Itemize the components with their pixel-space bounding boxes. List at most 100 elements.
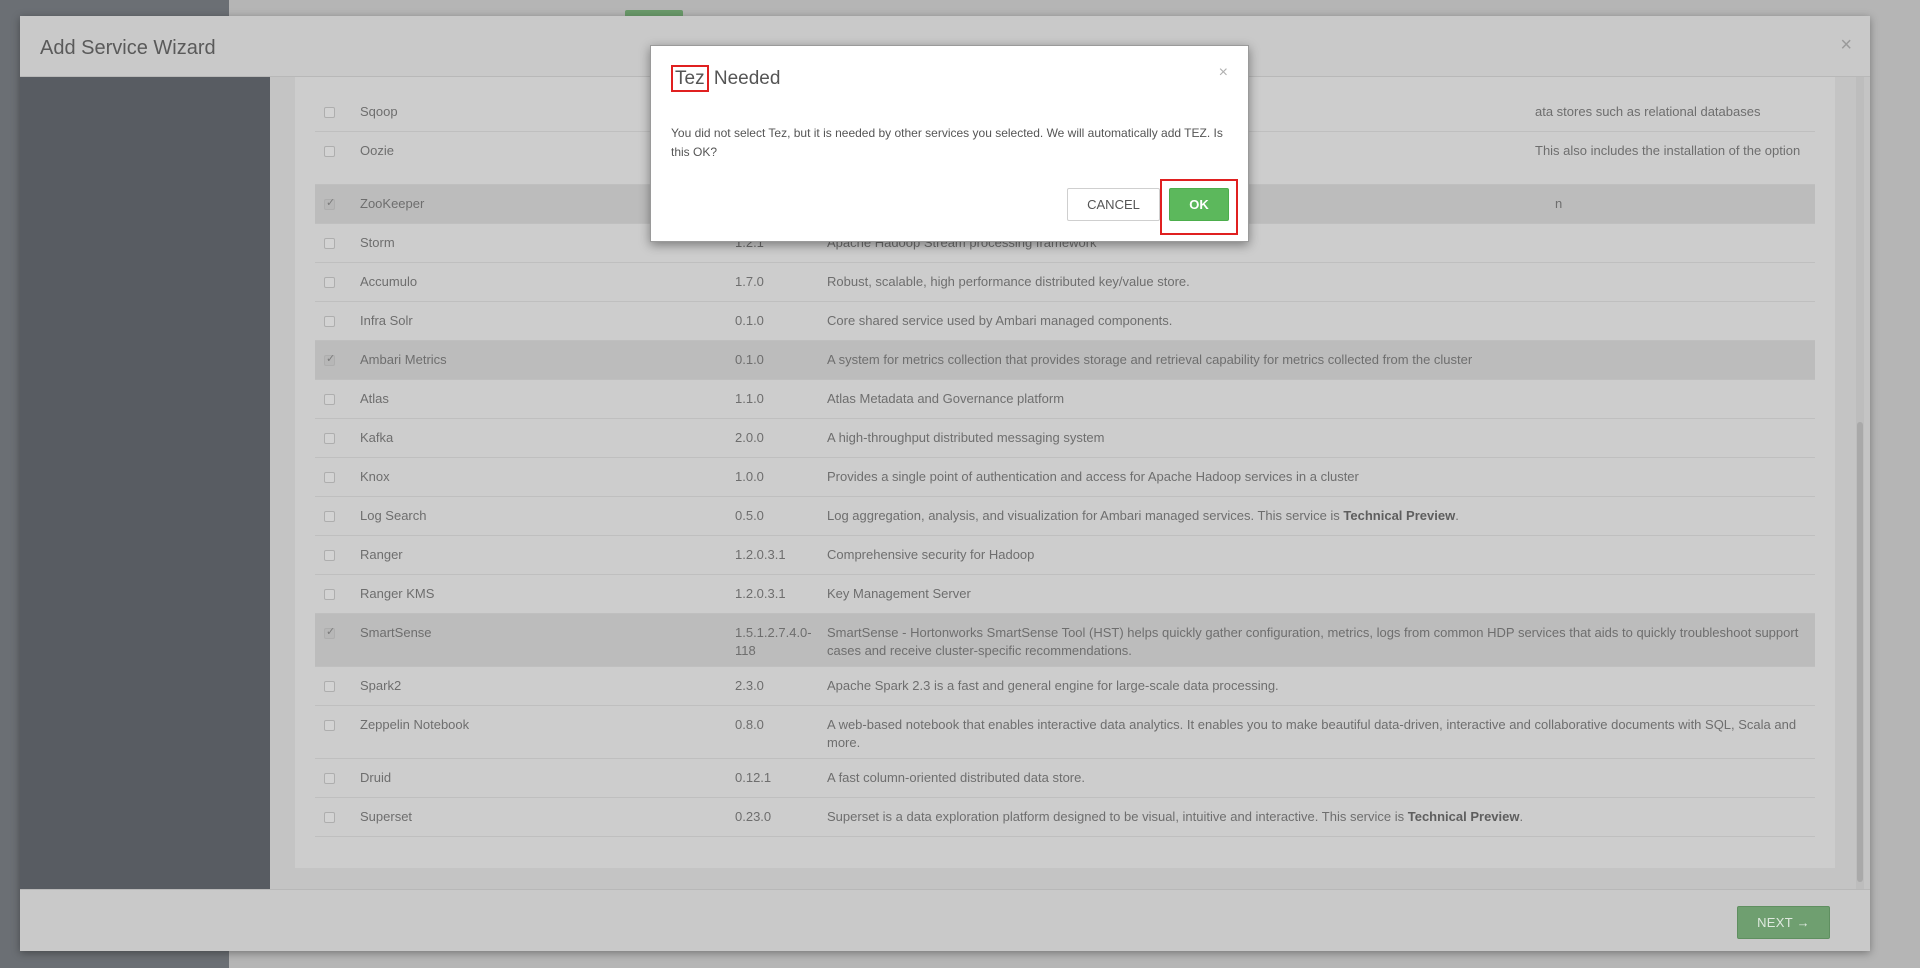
service-description: n <box>1555 196 1563 211</box>
service-name: Zeppelin Notebook <box>360 717 470 732</box>
service-row[interactable]: Kafka 2.0.0 A high-throughput distributed … <box>315 419 1815 458</box>
next-button[interactable]: NEXT → <box>1737 906 1830 939</box>
service-name: Infra Solr <box>360 313 413 328</box>
service-description: Key Management Server <box>827 586 971 601</box>
technical-preview-label: Technical Preview <box>1343 508 1456 523</box>
service-version: 0.12.1 <box>735 770 772 785</box>
service-row[interactable]: Accumulo 1.7.0 Robust, scalable, high perf… <box>315 263 1815 302</box>
ok-button[interactable]: OK <box>1169 188 1229 221</box>
service-row[interactable]: ✓ SmartSense 1.5.1.2.7.4.0-118 SmartSense -… <box>315 614 1815 667</box>
service-row[interactable]: Superset 0.23.0 Superset is a data explora… <box>315 798 1815 837</box>
service-description: Robust, scalable, high performance distr… <box>827 274 1190 289</box>
service-version: 2.3.0 <box>735 678 764 693</box>
service-row[interactable]: Ranger KMS 1.2.0.3.1 Key Management Server <box>315 575 1815 614</box>
service-checkbox[interactable] <box>324 511 335 522</box>
service-version: 0.1.0 <box>735 313 764 328</box>
tez-needed-dialog: Tez Needed × You did not select Tez, but… <box>650 45 1249 242</box>
service-version: 0.23.0 <box>735 809 772 824</box>
service-checkbox[interactable] <box>324 812 335 823</box>
service-version: 0.1.0 <box>735 352 764 367</box>
wizard-close-icon[interactable]: × <box>1840 34 1852 57</box>
service-description: Log aggregation, analysis, and visualiza… <box>827 508 1459 523</box>
wizard-title: Add Service Wizard <box>40 37 216 59</box>
service-checkbox[interactable] <box>324 773 335 784</box>
service-checkbox[interactable] <box>324 238 335 249</box>
service-version: 1.0.0 <box>735 469 764 484</box>
service-name: Log Search <box>360 508 427 523</box>
dialog-message: You did not select Tez, but it is needed… <box>671 126 1223 159</box>
service-row[interactable]: Zeppelin Notebook 0.8.0 A web-based notebo… <box>315 706 1815 759</box>
checkmark-icon: ✓ <box>326 197 336 209</box>
service-checkbox[interactable] <box>324 316 335 327</box>
wizard-footer: NEXT → <box>20 889 1870 951</box>
dialog-title-highlight: Tez <box>671 65 709 92</box>
service-name: Kafka <box>360 430 394 445</box>
service-name: Spark2 <box>360 678 402 693</box>
service-row[interactable]: Spark2 2.3.0 Apache Spark 2.3 is a fast an… <box>315 667 1815 706</box>
checkmark-icon: ✓ <box>326 626 336 638</box>
service-description: Comprehensive security for Hadoop <box>827 547 1035 562</box>
service-checkbox[interactable]: ✓ <box>324 626 336 639</box>
service-name: ZooKeeper <box>360 196 425 211</box>
service-name: SmartSense <box>360 625 432 640</box>
service-row[interactable]: Ranger 1.2.0.3.1 Comprehensive security fo… <box>315 536 1815 575</box>
service-row[interactable]: Druid 0.12.1 A fast column-oriented distri… <box>315 759 1815 798</box>
service-name: Ambari Metrics <box>360 352 447 367</box>
service-version: 1.5.1.2.7.4.0-118 <box>735 625 812 658</box>
cancel-button[interactable]: CANCEL <box>1067 188 1160 221</box>
service-name: Ranger KMS <box>360 586 435 601</box>
service-description: Apache Spark 2.3 is a fast and general e… <box>827 678 1279 693</box>
service-name: Sqoop <box>360 104 398 119</box>
service-checkbox[interactable] <box>324 720 335 731</box>
service-checkbox[interactable] <box>324 589 335 600</box>
service-version: 1.7.0 <box>735 274 764 289</box>
service-checkbox[interactable] <box>324 681 335 692</box>
dialog-title: Tez Needed <box>671 65 781 92</box>
dialog-close-icon[interactable]: × <box>1219 64 1228 82</box>
service-checkbox[interactable] <box>324 433 335 444</box>
service-checkbox[interactable] <box>324 146 335 157</box>
dialog-title-rest: Needed <box>708 68 781 89</box>
checkmark-icon: ✓ <box>326 353 336 365</box>
service-version: 2.0.0 <box>735 430 764 445</box>
wizard-sidebar <box>20 77 270 889</box>
service-row[interactable]: Knox 1.0.0 Provides a single point of auth… <box>315 458 1815 497</box>
service-description: Superset is a data exploration platform … <box>827 809 1524 824</box>
service-description: A high-throughput distributed messaging … <box>827 430 1105 445</box>
service-description: A system for metrics collection that pro… <box>827 352 1473 367</box>
service-name: Superset <box>360 809 413 824</box>
service-row[interactable]: Atlas 1.1.0 Atlas Metadata and Governance … <box>315 380 1815 419</box>
wizard-scrollbar[interactable] <box>1856 77 1864 889</box>
service-name: Ranger <box>360 547 403 562</box>
technical-preview-label: Technical Preview <box>1407 809 1520 824</box>
service-description: Atlas Metadata and Governance platform <box>827 391 1065 406</box>
service-description: ata stores such as relational databases <box>1535 104 1761 119</box>
service-version: 0.5.0 <box>735 508 764 523</box>
service-row[interactable]: Log Search 0.5.0 Log aggregation, analysis… <box>315 497 1815 536</box>
service-name: Storm <box>360 235 395 250</box>
service-version: 1.2.0.3.1 <box>735 586 786 601</box>
service-row[interactable]: ✓ Ambari Metrics 0.1.0 A system for metrics… <box>315 341 1815 380</box>
service-checkbox[interactable]: ✓ <box>324 353 336 366</box>
service-description: A fast column-oriented distributed data … <box>827 770 1085 785</box>
service-description: Core shared service used by Ambari manag… <box>827 313 1173 328</box>
service-row[interactable]: Infra Solr 0.1.0 Core shared service used … <box>315 302 1815 341</box>
service-checkbox[interactable] <box>324 107 335 118</box>
service-checkbox[interactable] <box>324 472 335 483</box>
service-description: A web-based notebook that enables intera… <box>827 717 1797 750</box>
service-description: Provides a single point of authenticatio… <box>827 469 1359 484</box>
service-description: SmartSense - Hortonworks SmartSense Tool… <box>827 625 1799 658</box>
service-description: This also includes the installation of t… <box>1535 143 1800 158</box>
service-name: Oozie <box>360 143 394 158</box>
scrollbar-thumb[interactable] <box>1857 422 1863 882</box>
service-name: Knox <box>360 469 390 484</box>
service-checkbox[interactable]: ✓ <box>324 197 336 210</box>
service-name: Accumulo <box>360 274 418 289</box>
service-checkbox[interactable] <box>324 394 335 405</box>
service-name: Atlas <box>360 391 389 406</box>
service-name: Druid <box>360 770 392 785</box>
service-version: 1.1.0 <box>735 391 764 406</box>
service-checkbox[interactable] <box>324 550 335 561</box>
service-checkbox[interactable] <box>324 277 335 288</box>
service-version: 0.8.0 <box>735 717 764 732</box>
